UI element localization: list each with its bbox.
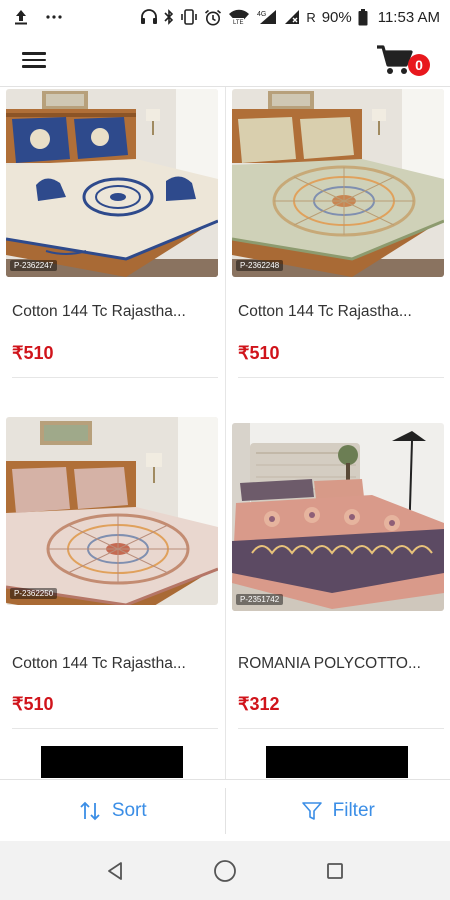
sort-label: Sort [111,800,147,821]
more-icon [46,15,62,19]
menu-button[interactable] [22,48,46,70]
funnel-icon [301,802,322,820]
card-divider [238,728,444,729]
product-image: P-2362250 [6,417,218,605]
menu-icon [22,52,46,55]
sort-filter-bar: Sort Filter [0,779,450,842]
column-divider [225,87,226,779]
card-divider [12,377,218,378]
svg-text:4G: 4G [257,11,266,18]
back-button[interactable] [95,851,135,891]
app-header: 0 [0,34,450,87]
product-price: ₹510 [238,343,280,363]
product-code: P-2362248 [236,260,284,271]
product-name: Cotton 144 Tc Rajastha... [12,303,186,320]
product-code: P-2351742 [236,594,284,605]
clock-time: 11:53 AM [377,8,440,26]
home-button[interactable] [205,851,245,891]
product-image: P-2351742 [232,423,444,611]
battery-percent: 90% [321,8,352,26]
product-image: P-2362247 [6,89,218,277]
upload-icon [14,9,28,25]
system-nav-bar [0,841,450,900]
product-image: P-2362248 [232,89,444,277]
vibrate-icon [180,9,198,25]
bluetooth-icon [164,9,174,25]
wifi-icon: LTE [228,8,250,26]
product-code: P-2362247 [10,260,58,271]
alarm-icon [204,9,222,26]
battery-icon [358,8,368,26]
status-bar: LTE 4G R 90% 11:53 AM [0,0,450,34]
product-price: ₹312 [238,694,280,714]
product-code: P-2362250 [10,588,58,599]
cart-count-badge: 0 [408,54,430,76]
product-price: ₹510 [12,343,54,363]
filter-label: Filter [332,800,375,821]
card-divider [12,728,218,729]
recents-square-icon [327,862,343,879]
next-product-image[interactable] [41,746,183,778]
signal-icon-2 [284,9,300,25]
product-name: Cotton 144 Tc Rajastha... [238,303,412,320]
svg-text:LTE: LTE [233,20,244,26]
product-name: Cotton 144 Tc Rajastha... [12,655,186,672]
roaming-indicator: R [306,9,316,25]
product-grid: P-2362247 Cotton 144 Tc Rajastha... ₹510 [0,87,450,779]
signal-icon: 4G [256,9,278,25]
sort-button[interactable]: Sort [0,780,225,842]
next-product-image[interactable] [266,746,408,778]
product-name: ROMANIA POLYCOTTO... [238,655,421,672]
filter-button[interactable]: Filter [226,780,450,842]
back-triangle-icon [108,861,122,880]
product-price: ₹510 [12,694,54,714]
cart-button[interactable]: 0 [376,40,430,80]
sort-arrows-icon [80,801,100,821]
home-circle-icon [214,859,236,882]
recents-button[interactable] [315,851,355,891]
card-divider [238,377,444,378]
headphones-icon [140,9,158,25]
